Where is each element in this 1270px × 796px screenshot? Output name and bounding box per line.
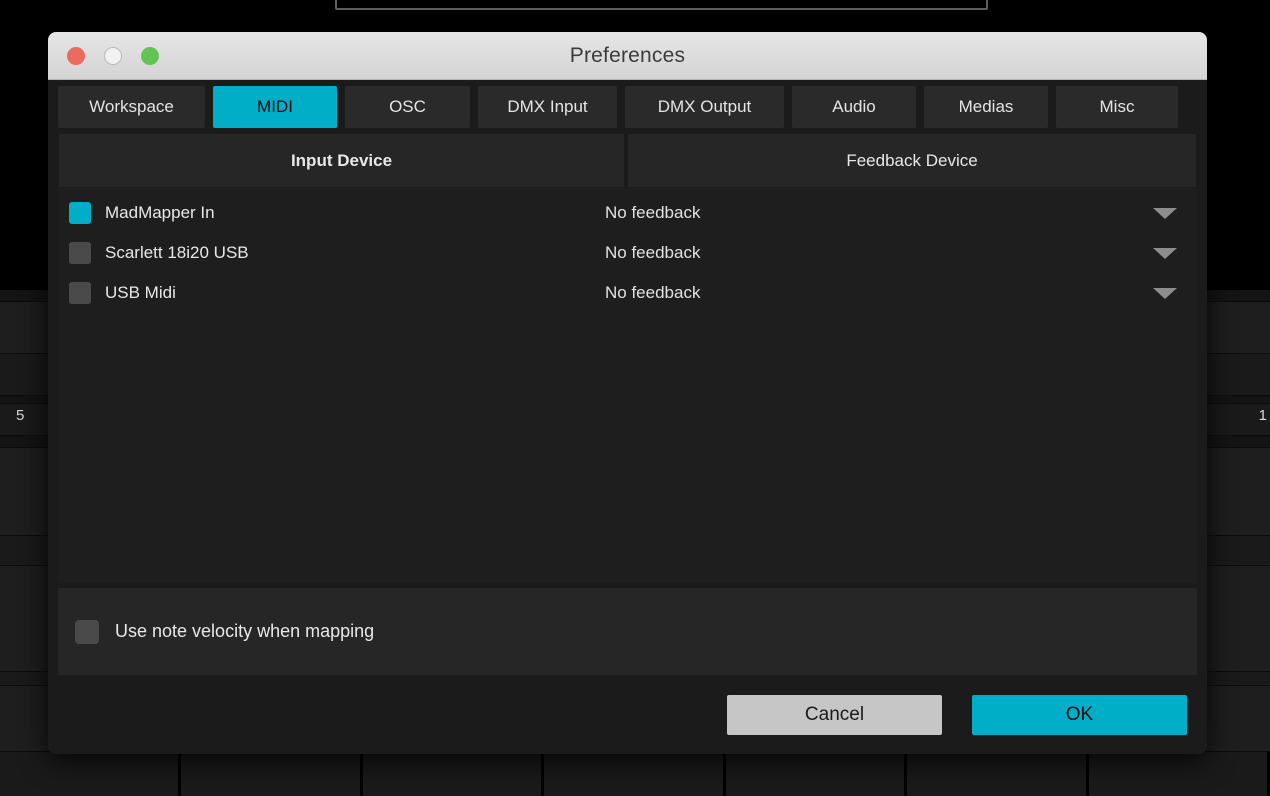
background-grid-cell bbox=[725, 786, 908, 796]
table-row[interactable]: USB Midi No feedback bbox=[58, 273, 1197, 313]
traffic-lights bbox=[67, 47, 159, 65]
feedback-device-value[interactable]: No feedback bbox=[605, 243, 1153, 263]
background-window-frame bbox=[335, 0, 988, 10]
preferences-tab-bar: Workspace MIDI OSC DMX Input DMX Output … bbox=[48, 80, 1207, 133]
midi-options-panel: Use note velocity when mapping bbox=[58, 588, 1197, 675]
column-header-feedback-device[interactable]: Feedback Device bbox=[627, 133, 1197, 188]
tab-misc[interactable]: Misc bbox=[1056, 85, 1178, 128]
background-grid-cell bbox=[544, 786, 726, 796]
zoom-icon[interactable] bbox=[141, 47, 159, 65]
input-device-name: MadMapper In bbox=[105, 203, 215, 222]
chevron-down-icon[interactable] bbox=[1153, 207, 1177, 219]
use-note-velocity-checkbox[interactable] bbox=[75, 619, 99, 644]
dialog-titlebar: Preferences bbox=[48, 32, 1207, 80]
chevron-down-icon[interactable] bbox=[1153, 247, 1177, 259]
use-note-velocity-label: Use note velocity when mapping bbox=[115, 621, 375, 641]
ok-button[interactable]: OK bbox=[972, 694, 1187, 735]
tab-midi[interactable]: MIDI bbox=[213, 85, 337, 128]
chevron-down-icon[interactable] bbox=[1153, 287, 1177, 299]
input-device-name: Scarlett 18i20 USB bbox=[105, 243, 249, 262]
feedback-device-value[interactable]: No feedback bbox=[605, 283, 1153, 303]
tab-osc[interactable]: OSC bbox=[345, 85, 470, 128]
background-grid-cell bbox=[907, 786, 1089, 796]
background-grid-cell bbox=[1088, 786, 1270, 796]
background-left-number: 5 bbox=[16, 407, 25, 424]
tab-dmx-input[interactable]: DMX Input bbox=[478, 85, 617, 128]
tab-dmx-output[interactable]: DMX Output bbox=[625, 85, 784, 128]
background-grid-cell bbox=[181, 786, 363, 796]
table-row[interactable]: Scarlett 18i20 USB No feedback bbox=[58, 233, 1197, 273]
minimize-icon[interactable] bbox=[104, 47, 122, 65]
device-table-body: MadMapper In No feedback Scarlett 18i20 … bbox=[58, 188, 1197, 583]
dialog-footer: Cancel OK bbox=[48, 675, 1207, 754]
background-grid-cell bbox=[362, 786, 545, 796]
tab-medias[interactable]: Medias bbox=[924, 85, 1048, 128]
background-right-number: 1 bbox=[1258, 407, 1267, 424]
tab-workspace[interactable]: Workspace bbox=[58, 85, 205, 128]
tab-audio[interactable]: Audio bbox=[792, 85, 916, 128]
input-device-name: USB Midi bbox=[105, 283, 176, 302]
window-title: Preferences bbox=[569, 43, 686, 67]
feedback-device-value[interactable]: No feedback bbox=[605, 203, 1153, 223]
device-table-header: Input Device Feedback Device bbox=[58, 133, 1197, 188]
device-enable-checkbox[interactable] bbox=[69, 242, 91, 264]
column-header-input-device[interactable]: Input Device bbox=[58, 133, 625, 188]
background-cell-grid-second-row bbox=[0, 786, 1270, 796]
close-icon[interactable] bbox=[67, 47, 85, 65]
preferences-dialog: Preferences Workspace MIDI OSC DMX Input… bbox=[48, 32, 1207, 754]
device-enable-checkbox[interactable] bbox=[69, 282, 91, 304]
cancel-button[interactable]: Cancel bbox=[727, 694, 942, 735]
background-grid-cell bbox=[0, 786, 182, 796]
device-enable-checkbox[interactable] bbox=[69, 202, 91, 224]
table-row[interactable]: MadMapper In No feedback bbox=[58, 193, 1197, 233]
midi-settings-panel: Input Device Feedback Device MadMapper I… bbox=[58, 133, 1197, 675]
